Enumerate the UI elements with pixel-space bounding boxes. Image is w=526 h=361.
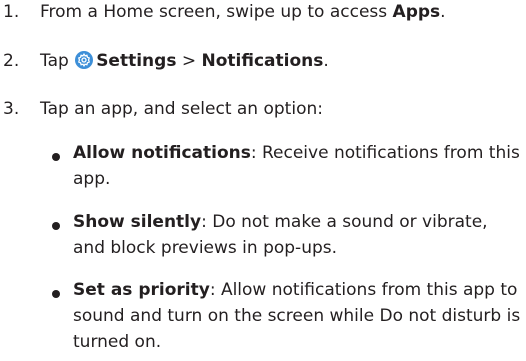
tap-text: Tap [40,51,69,71]
step-text: From a Home screen, swipe up to access A… [40,1,446,23]
step-2-suffix: . [323,51,329,71]
step-text: Tap an app, and select an option: [40,99,323,119]
settings-label: Settings [96,51,177,71]
step-1-suffix: . [440,2,446,22]
option-text: Set as priority: Allow notifications fro… [73,277,523,355]
step-number: 3. [3,99,20,119]
step-1-prefix: From a Home screen, swipe up to access [40,2,393,22]
apps-label: Apps [392,2,441,22]
notifications-label: Notifications [201,51,324,71]
option-label: Allow notifications [73,143,251,163]
bullet [52,153,60,161]
option-text: Allow notifications: Receive notificatio… [73,140,523,192]
bullet [52,290,60,298]
step-number: 2. [3,51,20,71]
breadcrumb-separator: > [181,51,197,71]
option-label: Set as priority [73,280,210,300]
step-number: 1. [3,2,20,22]
step-text: Tap Settings > Notifications. [40,50,329,72]
bullet [52,222,60,230]
option-text: Show silently: Do not make a sound or vi… [73,209,523,261]
option-label: Show silently [73,212,202,232]
gear-icon [75,51,94,69]
